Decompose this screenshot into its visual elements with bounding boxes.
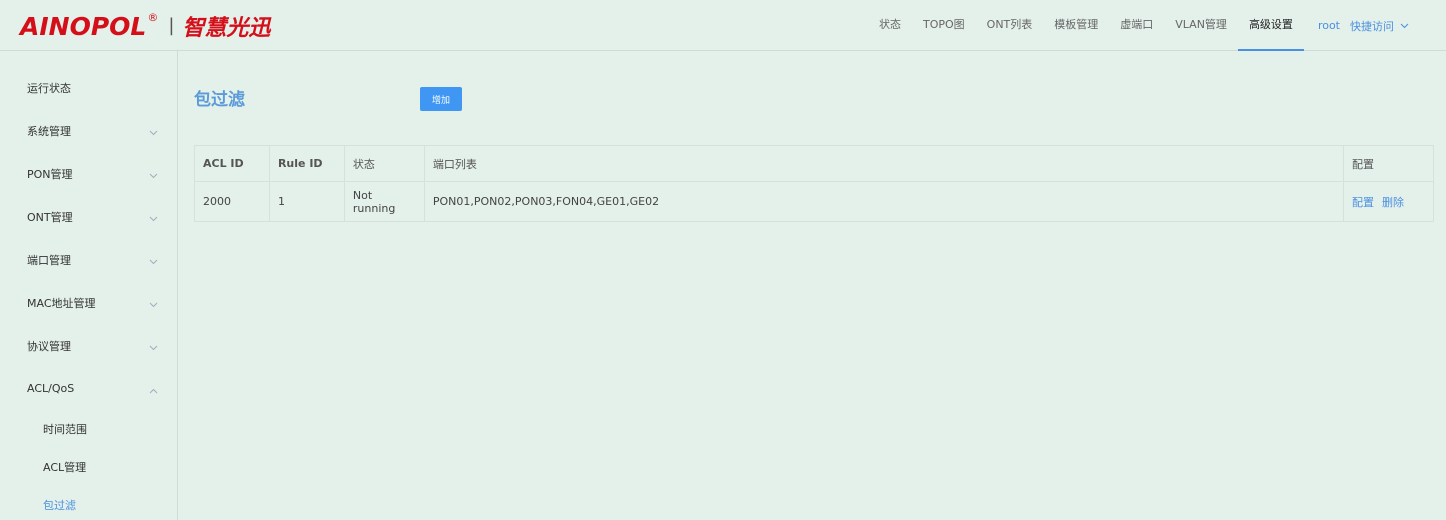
sidebar: 运行状态 系统管理 PON管理 ONT管理 端口管理 MAC地址管理 协议管理 …: [0, 51, 178, 520]
sidebar-subitem-time-range[interactable]: 时间范围: [0, 410, 177, 448]
sidebar-item-label: 系统管理: [27, 124, 71, 138]
main-content: 包过滤 增加 ACL ID Rule ID 状态 端口列表 配置 2000 1: [178, 51, 1446, 520]
col-header-status: 状态: [343, 145, 425, 182]
logo-separator: |: [168, 14, 175, 36]
logo: AINOPOL ® | 智慧光迅: [20, 10, 271, 42]
chevron-down-icon: [1400, 19, 1409, 32]
sidebar-item-label: ACL/QoS: [27, 382, 75, 395]
sidebar-item-running-status[interactable]: 运行状态: [0, 66, 177, 109]
sidebar-item-acl-qos[interactable]: ACL/QoS: [0, 367, 177, 410]
sidebar-item-label: 协议管理: [27, 339, 71, 353]
logo-brand: AINOPOL: [20, 11, 147, 41]
cell-status: Not running: [343, 181, 425, 222]
quick-access-menu[interactable]: 快捷访问: [1346, 18, 1413, 34]
top-header: AINOPOL ® | 智慧光迅 状态 TOPO图 ONT列表 模板管理 虚端口…: [0, 0, 1446, 51]
sidebar-item-mac[interactable]: MAC地址管理: [0, 281, 177, 324]
page-title: 包过滤: [194, 90, 245, 110]
sidebar-item-label: 端口管理: [27, 253, 71, 267]
chevron-down-icon: [149, 169, 159, 179]
delete-link[interactable]: 删除: [1382, 196, 1404, 209]
sidebar-item-label: MAC地址管理: [27, 296, 96, 310]
config-link[interactable]: 配置: [1352, 196, 1374, 209]
logo-brand-cn: 智慧光迅: [182, 15, 271, 41]
col-header-acl-id: ACL ID: [194, 145, 270, 182]
table-row: 2000 1 Not running PON01,PON02,PON03,FON…: [194, 181, 1434, 222]
sidebar-item-system[interactable]: 系统管理: [0, 109, 177, 152]
nav-ont-list[interactable]: ONT列表: [976, 0, 1044, 51]
nav-vlan[interactable]: VLAN管理: [1164, 0, 1238, 51]
sidebar-item-label: 运行状态: [27, 81, 71, 95]
cell-operations: 配置 删除: [1343, 181, 1434, 222]
sidebar-item-ont[interactable]: ONT管理: [0, 195, 177, 238]
chevron-down-icon: [149, 298, 159, 308]
quick-access-label: 快捷访问: [1350, 19, 1394, 33]
cell-ports: PON01,PON02,PON03,FON04,GE01,GE02: [423, 181, 1345, 222]
sidebar-item-label: PON管理: [27, 167, 73, 181]
col-header-rule-id: Rule ID: [268, 145, 345, 182]
sidebar-item-protocol[interactable]: 协议管理: [0, 324, 177, 367]
top-nav: 状态 TOPO图 ONT列表 模板管理 虚端口 VLAN管理 高级设置 root…: [868, 0, 1413, 51]
nav-template[interactable]: 模板管理: [1043, 0, 1109, 51]
nav-topo[interactable]: TOPO图: [912, 0, 976, 51]
user-name[interactable]: root: [1304, 19, 1346, 32]
table-header-row: ACL ID Rule ID 状态 端口列表 配置: [194, 145, 1434, 182]
chevron-down-icon: [149, 341, 159, 351]
chevron-down-icon: [149, 255, 159, 265]
sidebar-subitem-packet-filter[interactable]: 包过滤: [0, 486, 177, 520]
add-button[interactable]: 增加: [420, 87, 462, 111]
col-header-port-list: 端口列表: [423, 145, 1345, 182]
sidebar-item-port[interactable]: 端口管理: [0, 238, 177, 281]
chevron-up-icon: [149, 384, 159, 394]
sidebar-item-label: ONT管理: [27, 210, 73, 224]
acl-table: ACL ID Rule ID 状态 端口列表 配置 2000 1 Not run…: [194, 145, 1434, 222]
cell-rule-id: 1: [268, 181, 345, 222]
cell-acl-id: 2000: [194, 181, 270, 222]
chevron-down-icon: [149, 212, 159, 222]
nav-virtual-port[interactable]: 虚端口: [1109, 0, 1164, 51]
nav-status[interactable]: 状态: [868, 0, 912, 51]
col-header-config: 配置: [1343, 145, 1434, 182]
sidebar-subitem-acl[interactable]: ACL管理: [0, 448, 177, 486]
chevron-down-icon: [149, 126, 159, 136]
sidebar-item-pon[interactable]: PON管理: [0, 152, 177, 195]
logo-registered-mark: ®: [147, 10, 159, 24]
nav-advanced[interactable]: 高级设置: [1237, 0, 1304, 51]
acl-table-wrapper: ACL ID Rule ID 状态 端口列表 配置 2000 1 Not run…: [194, 145, 1434, 222]
